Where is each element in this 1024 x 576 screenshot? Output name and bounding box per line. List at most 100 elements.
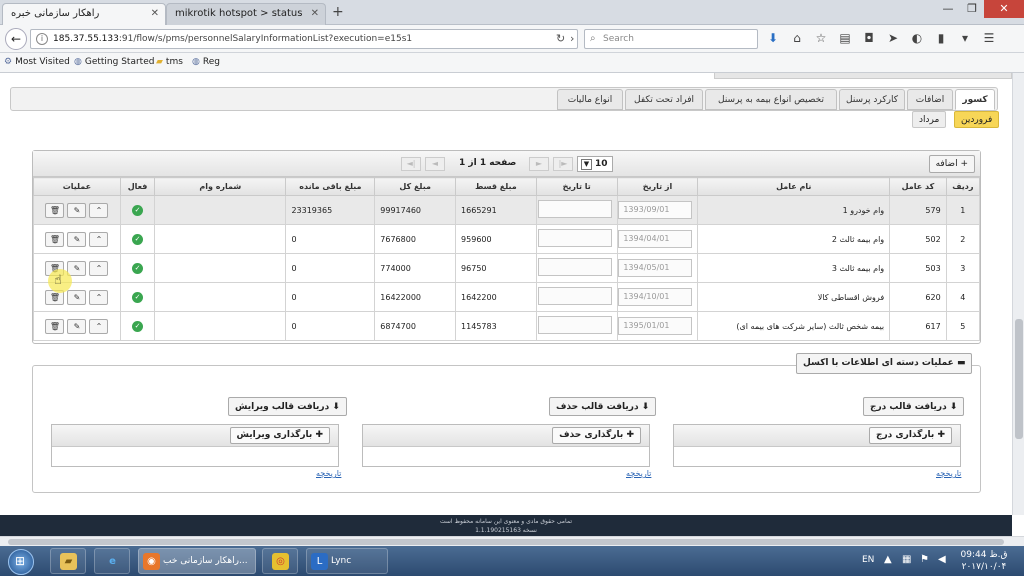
- bulk-excel-toggle[interactable]: عملیات دسته ای اطلاعات با اکسل ▬: [796, 353, 973, 374]
- start-button[interactable]: ⊞: [8, 549, 34, 575]
- table-row[interactable]: 1 579 وام خودرو 1 1393/09/01 1665291 999…: [33, 195, 981, 225]
- col-header-to-date[interactable]: تا تاریخ: [535, 177, 618, 196]
- page-size-select[interactable]: ▼ 10: [577, 156, 613, 172]
- from-date-field[interactable]: 1393/09/01: [618, 201, 693, 219]
- vertical-scrollbar[interactable]: [1012, 73, 1024, 515]
- col-header-name[interactable]: نام عامل: [697, 177, 891, 196]
- to-date-field[interactable]: [537, 229, 612, 247]
- clipboard-icon[interactable]: ▮: [932, 31, 950, 45]
- expand-icon[interactable]: ⌃: [89, 289, 109, 305]
- table-row[interactable]: 3 503 وام بیمه ثالث 3 1394/05/01 96750 7…: [33, 253, 981, 283]
- download-insert-template-button[interactable]: دریافت قالب درج ⬇: [863, 397, 965, 416]
- tab-deductions[interactable]: کسور: [955, 89, 995, 110]
- maximize-icon[interactable]: ❐: [960, 0, 984, 18]
- history-link-delete[interactable]: تاریخچه: [626, 469, 651, 478]
- browser-tab-active[interactable]: راهکار سازمانی خبره ✕: [2, 3, 166, 25]
- col-header-active[interactable]: فعال: [119, 177, 156, 196]
- edit-icon[interactable]: ✎: [67, 260, 87, 276]
- horizontal-scrollbar[interactable]: [0, 536, 1024, 546]
- dropdown-arrow-icon[interactable]: ›: [570, 32, 574, 45]
- subtab-mordad[interactable]: مرداد: [912, 111, 947, 128]
- volume-icon[interactable]: ◀: [938, 554, 946, 565]
- history-link-edit[interactable]: تاریخچه: [316, 469, 341, 478]
- minimize-icon[interactable]: —: [936, 0, 960, 18]
- url-bar[interactable]: i 185.37.55.133:91/flow/s/pms/personnelS…: [30, 29, 578, 49]
- language-indicator[interactable]: EN: [862, 555, 874, 565]
- hamburger-menu-icon[interactable]: ☰: [980, 31, 998, 45]
- new-tab-icon[interactable]: +: [332, 4, 344, 20]
- clock[interactable]: 09:44 ق.ظ ۲۰۱۷/۱۰/۰۴: [956, 549, 1012, 573]
- delete-icon[interactable]: 🗑: [45, 231, 65, 247]
- upload-delete-button[interactable]: بارگذاری حذف ✚: [552, 427, 641, 444]
- bookmark-getting-started[interactable]: ◍ Getting Started: [74, 57, 154, 67]
- table-row[interactable]: 2 502 وام بیمه ثالث 2 1394/04/01 959600 …: [33, 224, 981, 254]
- home-icon[interactable]: ⌂: [788, 31, 806, 45]
- lync-taskbar-button[interactable]: L Lync: [306, 548, 388, 574]
- upload-insert-button[interactable]: بارگذاری درج ✚: [869, 427, 952, 444]
- chrome-taskbar-button[interactable]: ◎: [262, 548, 298, 574]
- close-tab-icon[interactable]: ✕: [311, 8, 319, 19]
- expand-icon[interactable]: ⌃: [89, 260, 109, 276]
- delete-icon[interactable]: 🗑: [45, 202, 65, 218]
- edit-icon[interactable]: ✎: [67, 231, 87, 247]
- bookmark-most-visited[interactable]: ⚙ Most Visited: [4, 57, 70, 67]
- explorer-taskbar-button[interactable]: ▰: [50, 548, 86, 574]
- from-date-field[interactable]: 1395/01/01: [618, 317, 693, 335]
- window-close-icon[interactable]: ✕: [984, 0, 1024, 18]
- browser-tab-mikrotik[interactable]: mikrotik hotspot > status ✕: [166, 3, 326, 25]
- expand-icon[interactable]: ⌃: [89, 202, 109, 218]
- to-date-field[interactable]: [537, 316, 612, 334]
- to-date-field[interactable]: [537, 287, 612, 305]
- delete-icon[interactable]: 🗑: [45, 318, 65, 334]
- from-date-field[interactable]: 1394/04/01: [618, 230, 693, 248]
- col-header-loan-number[interactable]: شماره وام: [154, 177, 287, 196]
- col-header-remaining[interactable]: مبلغ باقی مانده: [285, 177, 376, 196]
- firefox-taskbar-button[interactable]: ◉ راهکار سازمانی خب...: [138, 548, 256, 574]
- col-header-installment[interactable]: مبلغ قسط: [455, 177, 537, 196]
- history-link-insert[interactable]: تاریخچه: [936, 469, 961, 478]
- extension-icon[interactable]: ◐: [908, 31, 926, 45]
- last-page-icon[interactable]: ►|: [553, 157, 573, 171]
- tab-personnel-work[interactable]: کارکرد پرسنل: [839, 89, 905, 110]
- edit-icon[interactable]: ✎: [67, 318, 87, 334]
- download-delete-template-button[interactable]: دریافت قالب حذف ⬇: [549, 397, 657, 416]
- expand-icon[interactable]: ⌃: [89, 318, 109, 334]
- add-button[interactable]: اضافه +: [928, 155, 975, 173]
- col-header-from-date[interactable]: از تاریخ: [616, 177, 699, 196]
- subtab-farvardin[interactable]: فروردین: [954, 111, 1000, 128]
- tab-additions[interactable]: اضافات: [907, 89, 953, 110]
- table-row[interactable]: 5 617 بیمه شخص ثالث (سایر شرکت های بیمه …: [33, 311, 981, 341]
- info-icon[interactable]: i: [36, 33, 48, 45]
- download-edit-template-button[interactable]: دریافت قالب ویرایش ⬇: [228, 397, 347, 416]
- bookmark-reg[interactable]: ◍ Reg: [192, 57, 220, 67]
- back-arrow-icon[interactable]: ←: [5, 28, 27, 50]
- tab-insurance-assignment[interactable]: تخصیص انواع بیمه به پرسنل: [705, 89, 837, 110]
- next-page-icon[interactable]: ►: [529, 157, 549, 171]
- edit-icon[interactable]: ✎: [67, 289, 87, 305]
- bookmark-star-icon[interactable]: ☆: [812, 31, 830, 45]
- flag-icon[interactable]: ⚑: [920, 554, 929, 565]
- ie-taskbar-button[interactable]: e: [94, 548, 130, 574]
- to-date-field[interactable]: [537, 258, 612, 276]
- download-icon[interactable]: ⬇: [764, 31, 782, 45]
- first-page-icon[interactable]: |◄: [401, 157, 421, 171]
- pocket-icon[interactable]: ◘: [860, 31, 878, 45]
- send-icon[interactable]: ➤: [884, 31, 902, 45]
- col-header-row-number[interactable]: ردیف: [945, 177, 981, 196]
- from-date-field[interactable]: 1394/05/01: [618, 259, 693, 277]
- prev-page-icon[interactable]: ◄: [425, 157, 445, 171]
- from-date-field[interactable]: 1394/10/01: [618, 288, 693, 306]
- tab-tax-types[interactable]: انواع مالیات: [557, 89, 623, 110]
- edit-icon[interactable]: ✎: [67, 202, 87, 218]
- col-header-code[interactable]: کد عامل: [889, 177, 947, 196]
- upload-edit-button[interactable]: بارگذاری ویرایش ✚: [229, 427, 330, 444]
- reload-icon[interactable]: ↻: [556, 32, 565, 45]
- table-row[interactable]: 4 620 فروش اقساطی کالا 1394/10/01 164220…: [33, 282, 981, 312]
- expand-icon[interactable]: ⌃: [89, 231, 109, 247]
- tray-expand-icon[interactable]: ▲: [884, 554, 892, 565]
- col-header-total[interactable]: مبلغ کل: [374, 177, 457, 196]
- tab-dependents[interactable]: افراد تحت تکفل: [625, 89, 703, 110]
- network-icon[interactable]: ▦: [902, 554, 911, 565]
- search-input[interactable]: ⌕ Search: [584, 29, 758, 49]
- reading-list-icon[interactable]: ▤: [836, 31, 854, 45]
